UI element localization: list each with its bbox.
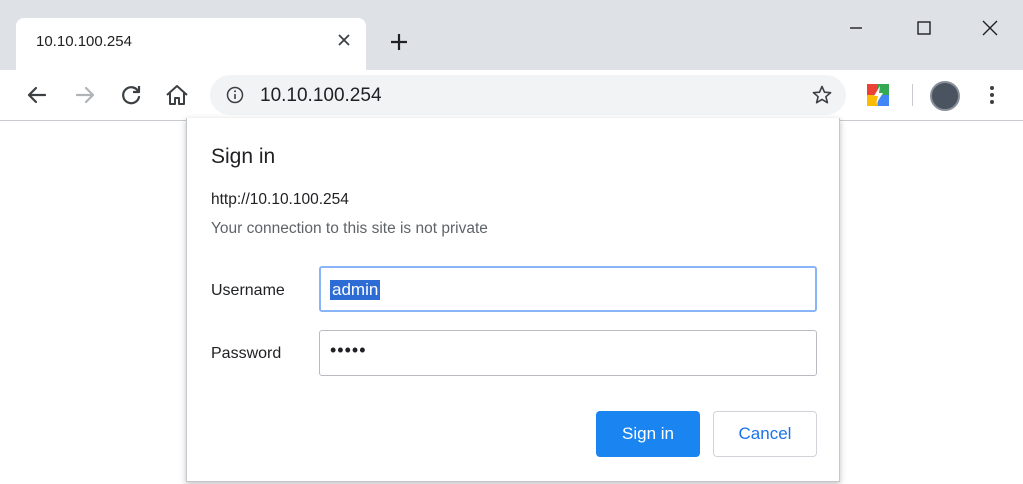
kebab-menu-icon[interactable] [982, 83, 1002, 107]
dialog-warning: Your connection to this site is not priv… [211, 220, 488, 237]
profile-avatar[interactable] [930, 81, 960, 111]
new-tab-plus-icon[interactable] [388, 31, 410, 53]
password-label: Password [211, 345, 282, 362]
browser-toolbar: 10.10.100.254 [0, 70, 1023, 121]
sign-in-dialog: Sign in http://10.10.100.254 Your connec… [186, 118, 840, 482]
cancel-button[interactable]: Cancel [713, 411, 817, 457]
forward-arrow-icon[interactable] [71, 81, 99, 109]
close-icon[interactable] [334, 30, 354, 50]
dialog-title: Sign in [211, 145, 276, 168]
sign-in-button[interactable]: Sign in [596, 411, 700, 457]
tab-strip: 10.10.100.254 [0, 0, 1023, 70]
info-icon[interactable] [226, 86, 244, 104]
maximize-icon[interactable] [910, 14, 938, 42]
window-close-icon[interactable] [976, 14, 1004, 42]
tab-active[interactable]: 10.10.100.254 [16, 18, 366, 70]
tab-title: 10.10.100.254 [36, 33, 132, 50]
toolbar-divider [912, 84, 913, 106]
back-arrow-icon[interactable] [23, 81, 51, 109]
username-field[interactable]: admin [319, 266, 817, 312]
address-bar[interactable]: 10.10.100.254 [210, 75, 846, 115]
username-value[interactable]: admin [330, 280, 381, 300]
reload-icon[interactable] [117, 81, 145, 109]
password-value[interactable]: ••••• [330, 340, 367, 361]
dialog-origin: http://10.10.100.254 [211, 191, 349, 208]
address-text[interactable]: 10.10.100.254 [260, 85, 382, 107]
minimize-icon[interactable] [842, 14, 870, 42]
username-label: Username [211, 282, 285, 299]
home-icon[interactable] [163, 81, 191, 109]
browser-window: 10.10.100.254 10.10.100.254 Sign in http… [0, 0, 1023, 484]
bookmark-star-icon[interactable] [811, 84, 833, 106]
extension-icon[interactable] [866, 83, 890, 107]
password-field[interactable]: ••••• [319, 330, 817, 376]
